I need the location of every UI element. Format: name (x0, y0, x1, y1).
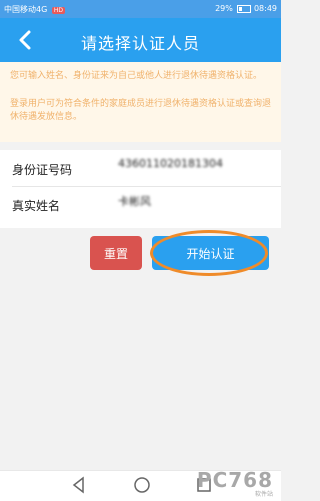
reset-button[interactable]: 重置 (90, 236, 142, 270)
status-bar: 中国移动4G HD 29% 08:49 (0, 0, 281, 18)
back-triangle-icon[interactable] (70, 476, 88, 494)
id-row[interactable]: 身份证号码 436011020181304 (0, 150, 281, 186)
notice-line-2: 登录用户可为符合条件的家庭成员进行退休待遇资格认证或查询退休待遇发放信息。 (10, 99, 272, 122)
name-row[interactable]: 真实姓名 卡彬风 (0, 186, 281, 222)
home-circle-icon[interactable] (133, 476, 151, 494)
status-right: 29% 08:49 (215, 4, 277, 13)
identity-form: 身份证号码 436011020181304 真实姓名 卡彬风 (0, 150, 281, 228)
top-nav: 请选择认证人员 (0, 18, 281, 62)
name-label: 真实姓名 (12, 199, 61, 213)
id-input[interactable]: 436011020181304 (118, 157, 223, 170)
start-auth-button[interactable]: 开始认证 (152, 236, 269, 270)
name-input[interactable]: 卡彬风 (118, 193, 151, 209)
hd-badge: HD (51, 7, 65, 14)
clock: 08:49 (253, 4, 277, 13)
battery-percent: 29% (215, 4, 233, 13)
battery-fill (239, 6, 243, 11)
status-left: 中国移动4G HD (4, 4, 65, 15)
carrier-text: 中国移动4G (4, 5, 48, 14)
id-label: 身份证号码 (12, 163, 73, 177)
watermark-subtext: 软件站 (254, 491, 273, 498)
page-title: 请选择认证人员 (80, 34, 200, 53)
notice-line-1: 您可输入姓名、身份证来为自己或他人进行退休待遇资格认证。 (10, 71, 263, 81)
battery-icon (237, 4, 252, 13)
notice-panel: 您可输入姓名、身份证来为自己或他人进行退休待遇资格认证。 登录用户可为符合条件的… (0, 62, 281, 142)
